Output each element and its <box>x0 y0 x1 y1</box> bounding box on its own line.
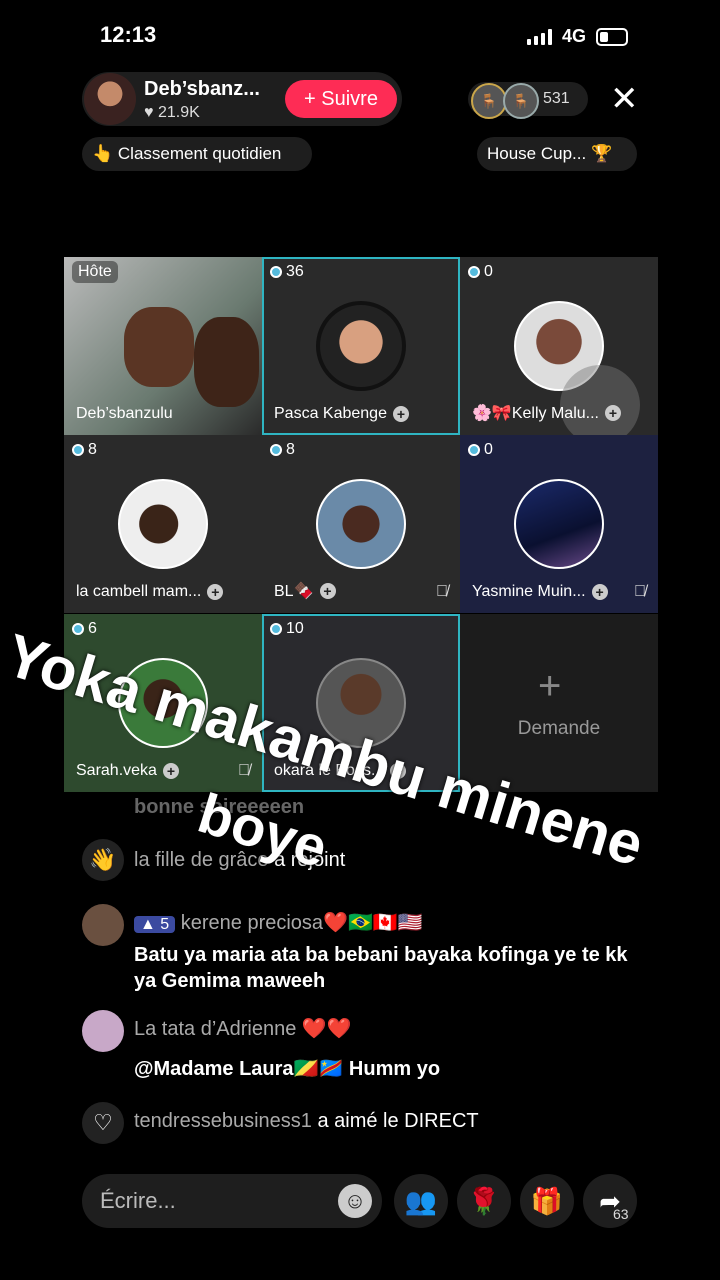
host-video-person-2 <box>194 317 259 407</box>
close-icon[interactable]: ✕ <box>610 82 639 116</box>
viewer-avatar-1[interactable]: 🪑 <box>471 83 507 119</box>
emoji-icon[interactable]: ☺ <box>338 1184 372 1218</box>
comment-user[interactable]: La tata d’Adrienne ❤️❤️ <box>134 1016 352 1041</box>
status-icons: 4G <box>526 26 628 47</box>
guest-avatar <box>118 479 208 569</box>
guest-label: Sarah.veka + <box>76 762 179 780</box>
guest-avatar <box>316 301 406 391</box>
guest-name: la cambell mam... <box>76 583 202 600</box>
network-label: 4G <box>561 26 586 46</box>
add-icon[interactable]: + <box>207 584 224 600</box>
add-icon[interactable]: + <box>591 584 608 600</box>
gem-icon <box>270 444 282 456</box>
guest-score: 36 <box>270 263 304 281</box>
guest-tile[interactable]: 0 Yasmine Muin... + 🎙̸ <box>460 435 658 613</box>
guest-score: 0 <box>468 441 493 459</box>
gem-icon <box>468 444 480 456</box>
guest-name: Deb’sbanzulu <box>76 405 173 422</box>
house-cup-label: House Cup... <box>487 144 587 163</box>
guest-score-value: 8 <box>88 441 97 458</box>
guest-name: BL🍫 <box>274 583 314 600</box>
signal-icon <box>526 28 552 45</box>
level-badge: ▲ 5 <box>134 916 176 933</box>
guest-avatar <box>316 479 406 569</box>
guests-icon[interactable]: 👥 <box>394 1174 448 1228</box>
trophy-icon: 🏆 <box>590 144 613 163</box>
guest-tile[interactable]: 8 BL🍫 + 🎙̸ <box>262 435 460 613</box>
guest-name: Yasmine Muin... <box>472 583 586 600</box>
gem-icon <box>468 266 480 278</box>
guest-label: Pasca Kabenge + <box>274 405 409 423</box>
gem-icon <box>270 623 282 635</box>
assistive-touch-button[interactable] <box>560 365 640 435</box>
comment-text: Batu ya maria ata ba bebani bayaka kofin… <box>134 944 628 992</box>
host-badge: Hôte <box>72 261 118 283</box>
guest-name: Sarah.veka <box>76 762 157 779</box>
guest-score-value: 0 <box>484 441 493 458</box>
heart-icon: ♡ <box>82 1102 124 1144</box>
guest-tile[interactable]: 0 🌸🎀Kelly Malu... + <box>460 257 658 435</box>
guest-score-value: 36 <box>286 263 304 280</box>
guest-label: 🌸🎀Kelly Malu... + <box>472 403 621 423</box>
gift-icon[interactable]: 🎁 <box>520 1174 574 1228</box>
comment-header: ▲ 5 kerene preciosa❤️🇧🇷🇨🇦🇺🇸 <box>134 910 423 935</box>
guest-score: 8 <box>72 441 97 459</box>
guest-label: la cambell mam... + <box>76 583 224 601</box>
status-time: 12:13 <box>100 22 157 47</box>
add-icon[interactable]: + <box>162 763 179 779</box>
plus-icon: + <box>538 664 562 708</box>
rose-gift-icon[interactable]: 🌹 <box>457 1174 511 1228</box>
gem-icon <box>72 623 84 635</box>
guest-score-value: 8 <box>286 441 295 458</box>
guest-score-value: 6 <box>88 620 97 637</box>
guest-tile[interactable]: 36 Pasca Kabenge + <box>262 257 460 435</box>
commenter-avatar[interactable] <box>82 904 124 946</box>
guest-score: 0 <box>468 263 493 281</box>
battery-icon <box>596 27 628 46</box>
gem-icon <box>72 444 84 456</box>
commenter-avatar[interactable] <box>82 1010 124 1052</box>
share-count: 63 <box>613 1206 629 1222</box>
add-icon[interactable]: + <box>392 406 409 422</box>
gem-icon <box>270 266 282 278</box>
guest-score: 6 <box>72 620 97 638</box>
muted-mic-icon: 🎙̸ <box>634 583 646 600</box>
host-likes: ♥ 21.9K <box>144 104 200 121</box>
like-message: tendressebusiness1 a aimé le DIRECT <box>134 1110 479 1133</box>
guest-tile[interactable]: 8 la cambell mam... + <box>64 435 262 613</box>
comment-user[interactable]: tendressebusiness1 <box>134 1110 312 1132</box>
host-video-person-1 <box>124 307 194 387</box>
guest-label: Yasmine Muin... + <box>472 583 608 601</box>
daily-ranking-button[interactable]: 👆 Classement quotidien <box>82 137 312 171</box>
host-likes-count: 21.9K <box>157 104 200 121</box>
follow-button[interactable]: + Suivre <box>285 80 397 118</box>
host-avatar[interactable] <box>84 73 136 125</box>
add-icon[interactable]: + <box>604 405 621 421</box>
viewer-avatar-2[interactable]: 🪑 <box>503 83 539 119</box>
guest-score-value: 0 <box>484 263 493 280</box>
guest-avatar-poster <box>514 479 604 569</box>
comment-input-placeholder: Écrire... <box>100 1188 176 1213</box>
guest-score-value: 10 <box>286 620 304 637</box>
viewer-count: 531 <box>543 90 570 107</box>
guest-tile-host[interactable]: Hôte Deb’sbanzulu <box>64 257 262 435</box>
comment-user[interactable]: kerene preciosa❤️🇧🇷🇨🇦🇺🇸 <box>181 912 423 934</box>
request-label: Demande <box>517 718 601 739</box>
house-cup-button[interactable]: House Cup... 🏆 <box>477 137 637 171</box>
comment-action: a aimé le DIRECT <box>317 1110 479 1132</box>
muted-mic-icon: 🎙̸ <box>436 583 448 600</box>
level-value: 5 <box>160 916 170 933</box>
comment-text: @Madame Laura🇨🇬🇨🇩 Humm yo <box>134 1058 441 1080</box>
guest-label: BL🍫 + <box>274 581 336 601</box>
guest-score: 10 <box>270 620 304 638</box>
guest-score: 8 <box>270 441 295 459</box>
muted-mic-icon: 🎙̸ <box>238 762 250 779</box>
guest-name: 🌸🎀Kelly Malu... <box>472 405 599 422</box>
guest-name: Pasca Kabenge <box>274 405 387 422</box>
host-name[interactable]: Deb’sbanz... <box>144 78 260 101</box>
add-icon[interactable]: + <box>319 583 336 599</box>
wave-icon: 👋 <box>82 839 124 881</box>
